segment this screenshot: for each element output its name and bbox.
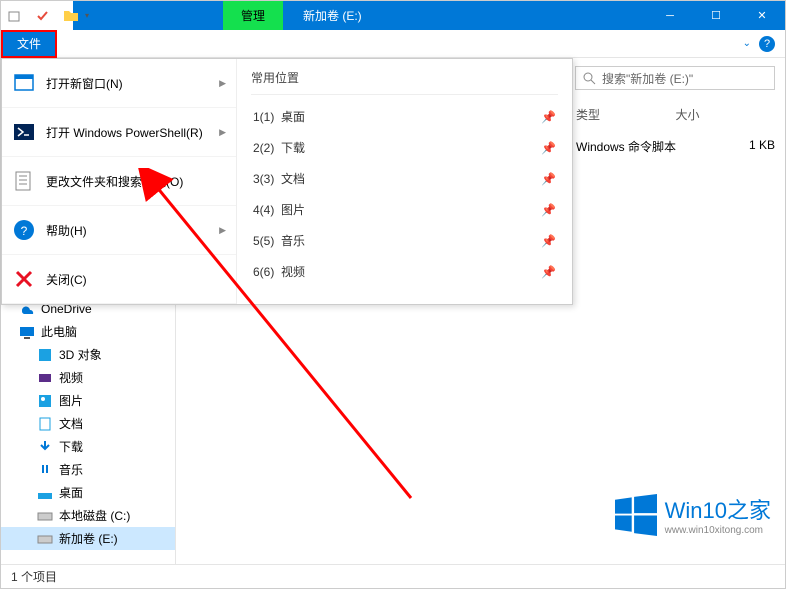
file-type-cell: Windows 命令脚本: [576, 138, 749, 155]
location-item[interactable]: 2(2) 下载📌: [251, 132, 558, 163]
search-placeholder: 搜索"新加卷 (E:)": [602, 70, 693, 87]
chevron-down-icon[interactable]: ▾: [85, 11, 89, 20]
menu-label: 打开新窗口(N): [46, 75, 209, 92]
maximize-button[interactable]: ☐: [693, 1, 739, 30]
nav-icon: [37, 347, 53, 363]
minimize-button[interactable]: ─: [647, 1, 693, 30]
watermark-url: www.win10xitong.com: [665, 525, 771, 536]
nav-icon: [37, 531, 53, 547]
pin-icon[interactable]: 📌: [541, 265, 556, 279]
menu-help[interactable]: ? 帮助(H) ▶: [2, 206, 236, 255]
menu-label: 帮助(H): [46, 222, 209, 239]
nav-icon: [37, 439, 53, 455]
chevron-right-icon: ▶: [219, 225, 226, 236]
quick-access-toolbar: ▾: [1, 1, 73, 30]
nav-item[interactable]: 音乐: [1, 458, 175, 481]
location-item[interactable]: 4(4) 图片📌: [251, 194, 558, 225]
window-controls: ─ ☐ ✕: [647, 1, 785, 30]
chevron-down-icon[interactable]: ⌄: [743, 38, 751, 49]
menu-label: 打开 Windows PowerShell(R): [46, 124, 209, 141]
location-item[interactable]: 6(6) 视频📌: [251, 256, 558, 287]
nav-item[interactable]: 图片: [1, 389, 175, 412]
manage-tab[interactable]: 管理: [223, 1, 283, 30]
nav-icon: [37, 485, 53, 501]
watermark-title: Win10之家: [665, 493, 771, 525]
window-icon: [12, 71, 36, 95]
nav-icon: [37, 393, 53, 409]
nav-icon: [37, 462, 53, 478]
nav-icon: [37, 370, 53, 386]
nav-thispc[interactable]: 此电脑: [1, 320, 175, 343]
menu-close[interactable]: 关闭(C): [2, 255, 236, 304]
chevron-right-icon: ▶: [219, 127, 226, 138]
nav-item[interactable]: 本地磁盘 (C:): [1, 504, 175, 527]
file-row[interactable]: Windows 命令脚本 1 KB: [576, 138, 775, 155]
windows-logo-icon: [615, 494, 657, 536]
column-size[interactable]: 大小: [676, 106, 776, 123]
nav-item[interactable]: 下载: [1, 435, 175, 458]
watermark: Win10之家 www.win10xitong.com: [615, 493, 771, 536]
column-headers[interactable]: 类型 大小: [576, 106, 775, 123]
ribbon-bar: 文件 ⌄ ?: [1, 30, 785, 58]
pin-icon[interactable]: 📌: [541, 141, 556, 155]
nav-item[interactable]: 新加卷 (E:): [1, 527, 175, 550]
properties-icon[interactable]: [7, 8, 23, 24]
nav-icon: [37, 416, 53, 432]
search-input[interactable]: 搜索"新加卷 (E:)": [575, 66, 775, 90]
close-icon: [12, 267, 36, 291]
folder-icon[interactable]: [63, 8, 79, 24]
checkmark-icon[interactable]: [35, 8, 51, 24]
file-menu: 打开新窗口(N) ▶ 打开 Windows PowerShell(R) ▶ 更改…: [1, 58, 573, 305]
location-item[interactable]: 1(1) 桌面📌: [251, 101, 558, 132]
status-bar: 1 个项目: [1, 564, 785, 588]
file-size-cell: 1 KB: [749, 138, 775, 155]
close-button[interactable]: ✕: [739, 1, 785, 30]
locations-header: 常用位置: [251, 69, 558, 95]
help-icon[interactable]: ?: [759, 36, 775, 52]
window-title: 新加卷 (E:): [283, 7, 382, 24]
nav-icon: [37, 508, 53, 524]
chevron-right-icon: ▶: [219, 78, 226, 89]
location-item[interactable]: 5(5) 音乐📌: [251, 225, 558, 256]
powershell-icon: [12, 120, 36, 144]
item-count: 1 个项目: [11, 568, 57, 585]
pin-icon[interactable]: 📌: [541, 203, 556, 217]
menu-powershell[interactable]: 打开 Windows PowerShell(R) ▶: [2, 108, 236, 157]
pin-icon[interactable]: 📌: [541, 110, 556, 124]
options-icon: [12, 169, 36, 193]
location-item[interactable]: 3(3) 文档📌: [251, 163, 558, 194]
pin-icon[interactable]: 📌: [541, 234, 556, 248]
nav-item[interactable]: 桌面: [1, 481, 175, 504]
title-bar: ▾ 管理 新加卷 (E:) ─ ☐ ✕: [1, 1, 785, 30]
menu-new-window[interactable]: 打开新窗口(N) ▶: [2, 59, 236, 108]
content-area: 打开新窗口(N) ▶ 打开 Windows PowerShell(R) ▶ 更改…: [1, 58, 785, 564]
search-icon: [582, 71, 596, 85]
pin-icon[interactable]: 📌: [541, 172, 556, 186]
file-tab[interactable]: 文件: [1, 30, 57, 58]
nav-item[interactable]: 文档: [1, 412, 175, 435]
column-type[interactable]: 类型: [576, 106, 676, 123]
help-icon: ?: [12, 218, 36, 242]
menu-label: 关闭(C): [46, 271, 226, 288]
nav-item[interactable]: 视频: [1, 366, 175, 389]
nav-item[interactable]: 3D 对象: [1, 343, 175, 366]
menu-label: 更改文件夹和搜索选项(O): [46, 173, 226, 190]
menu-folder-options[interactable]: 更改文件夹和搜索选项(O): [2, 157, 236, 206]
svg-text:?: ?: [21, 224, 28, 238]
